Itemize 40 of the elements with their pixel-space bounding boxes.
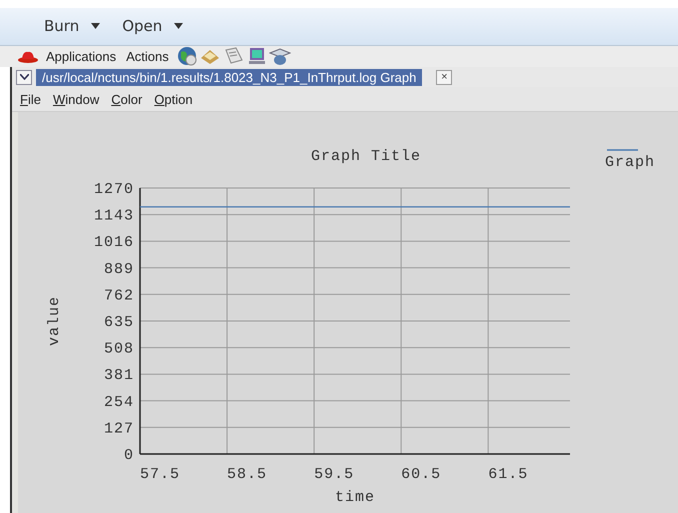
document-icon[interactable] — [222, 46, 245, 66]
x-tick-label: 57.5 — [140, 466, 180, 483]
chart-title: Graph Title — [310, 148, 422, 165]
y-tick-label: 1270 — [94, 181, 134, 198]
y-tick-label: 1016 — [94, 234, 134, 252]
menu-item[interactable]: Color — [109, 92, 144, 106]
y-tick-label: 635 — [104, 314, 134, 331]
y-tick-label: 0 — [124, 447, 134, 464]
y-tick-label: 508 — [104, 340, 134, 358]
window-title: /usr/local/nctuns/bin/1.results/1.8023_N3_P1_InThrput.log Graph — [36, 68, 422, 86]
launcher-menu[interactable]: Applications — [44, 48, 118, 64]
legend-entry: Graph — [605, 149, 656, 171]
x-tick-label: 59.5 — [314, 466, 354, 483]
legend-label: Graph — [605, 154, 656, 171]
panel-menu[interactable]: Open — [122, 17, 184, 36]
x-tick-label: 58.5 — [227, 466, 268, 483]
x-tick-label: 61.5 — [488, 466, 528, 483]
monitor-icon[interactable] — [246, 46, 267, 66]
menu-item[interactable]: Option — [152, 92, 195, 106]
y-tick-label: 762 — [104, 287, 134, 304]
window-menu-button[interactable] — [16, 70, 32, 84]
y-tick-label: 889 — [104, 260, 134, 278]
y-axis-label: value — [46, 296, 63, 346]
caret-icon — [174, 23, 184, 30]
chevron-icon — [20, 74, 28, 80]
y-tick-label: 127 — [104, 420, 134, 438]
close-button[interactable]: × — [436, 70, 452, 84]
panel-menu[interactable]: Burn — [44, 17, 100, 36]
menu-item[interactable]: Window — [50, 92, 102, 106]
cap-icon[interactable] — [268, 46, 291, 66]
y-tick-label: 254 — [104, 394, 134, 411]
x-tick-label: 60.5 — [401, 466, 442, 483]
globe-icon[interactable] — [176, 46, 197, 66]
hat-icon — [18, 50, 38, 63]
y-tick-label: 1143 — [94, 208, 134, 225]
launcher-menu[interactable]: Actions — [124, 48, 171, 64]
caret-icon — [91, 23, 100, 30]
menu-item[interactable]: File — [18, 92, 43, 106]
y-tick-label: 381 — [104, 367, 134, 384]
x-axis-label: time — [335, 489, 375, 506]
